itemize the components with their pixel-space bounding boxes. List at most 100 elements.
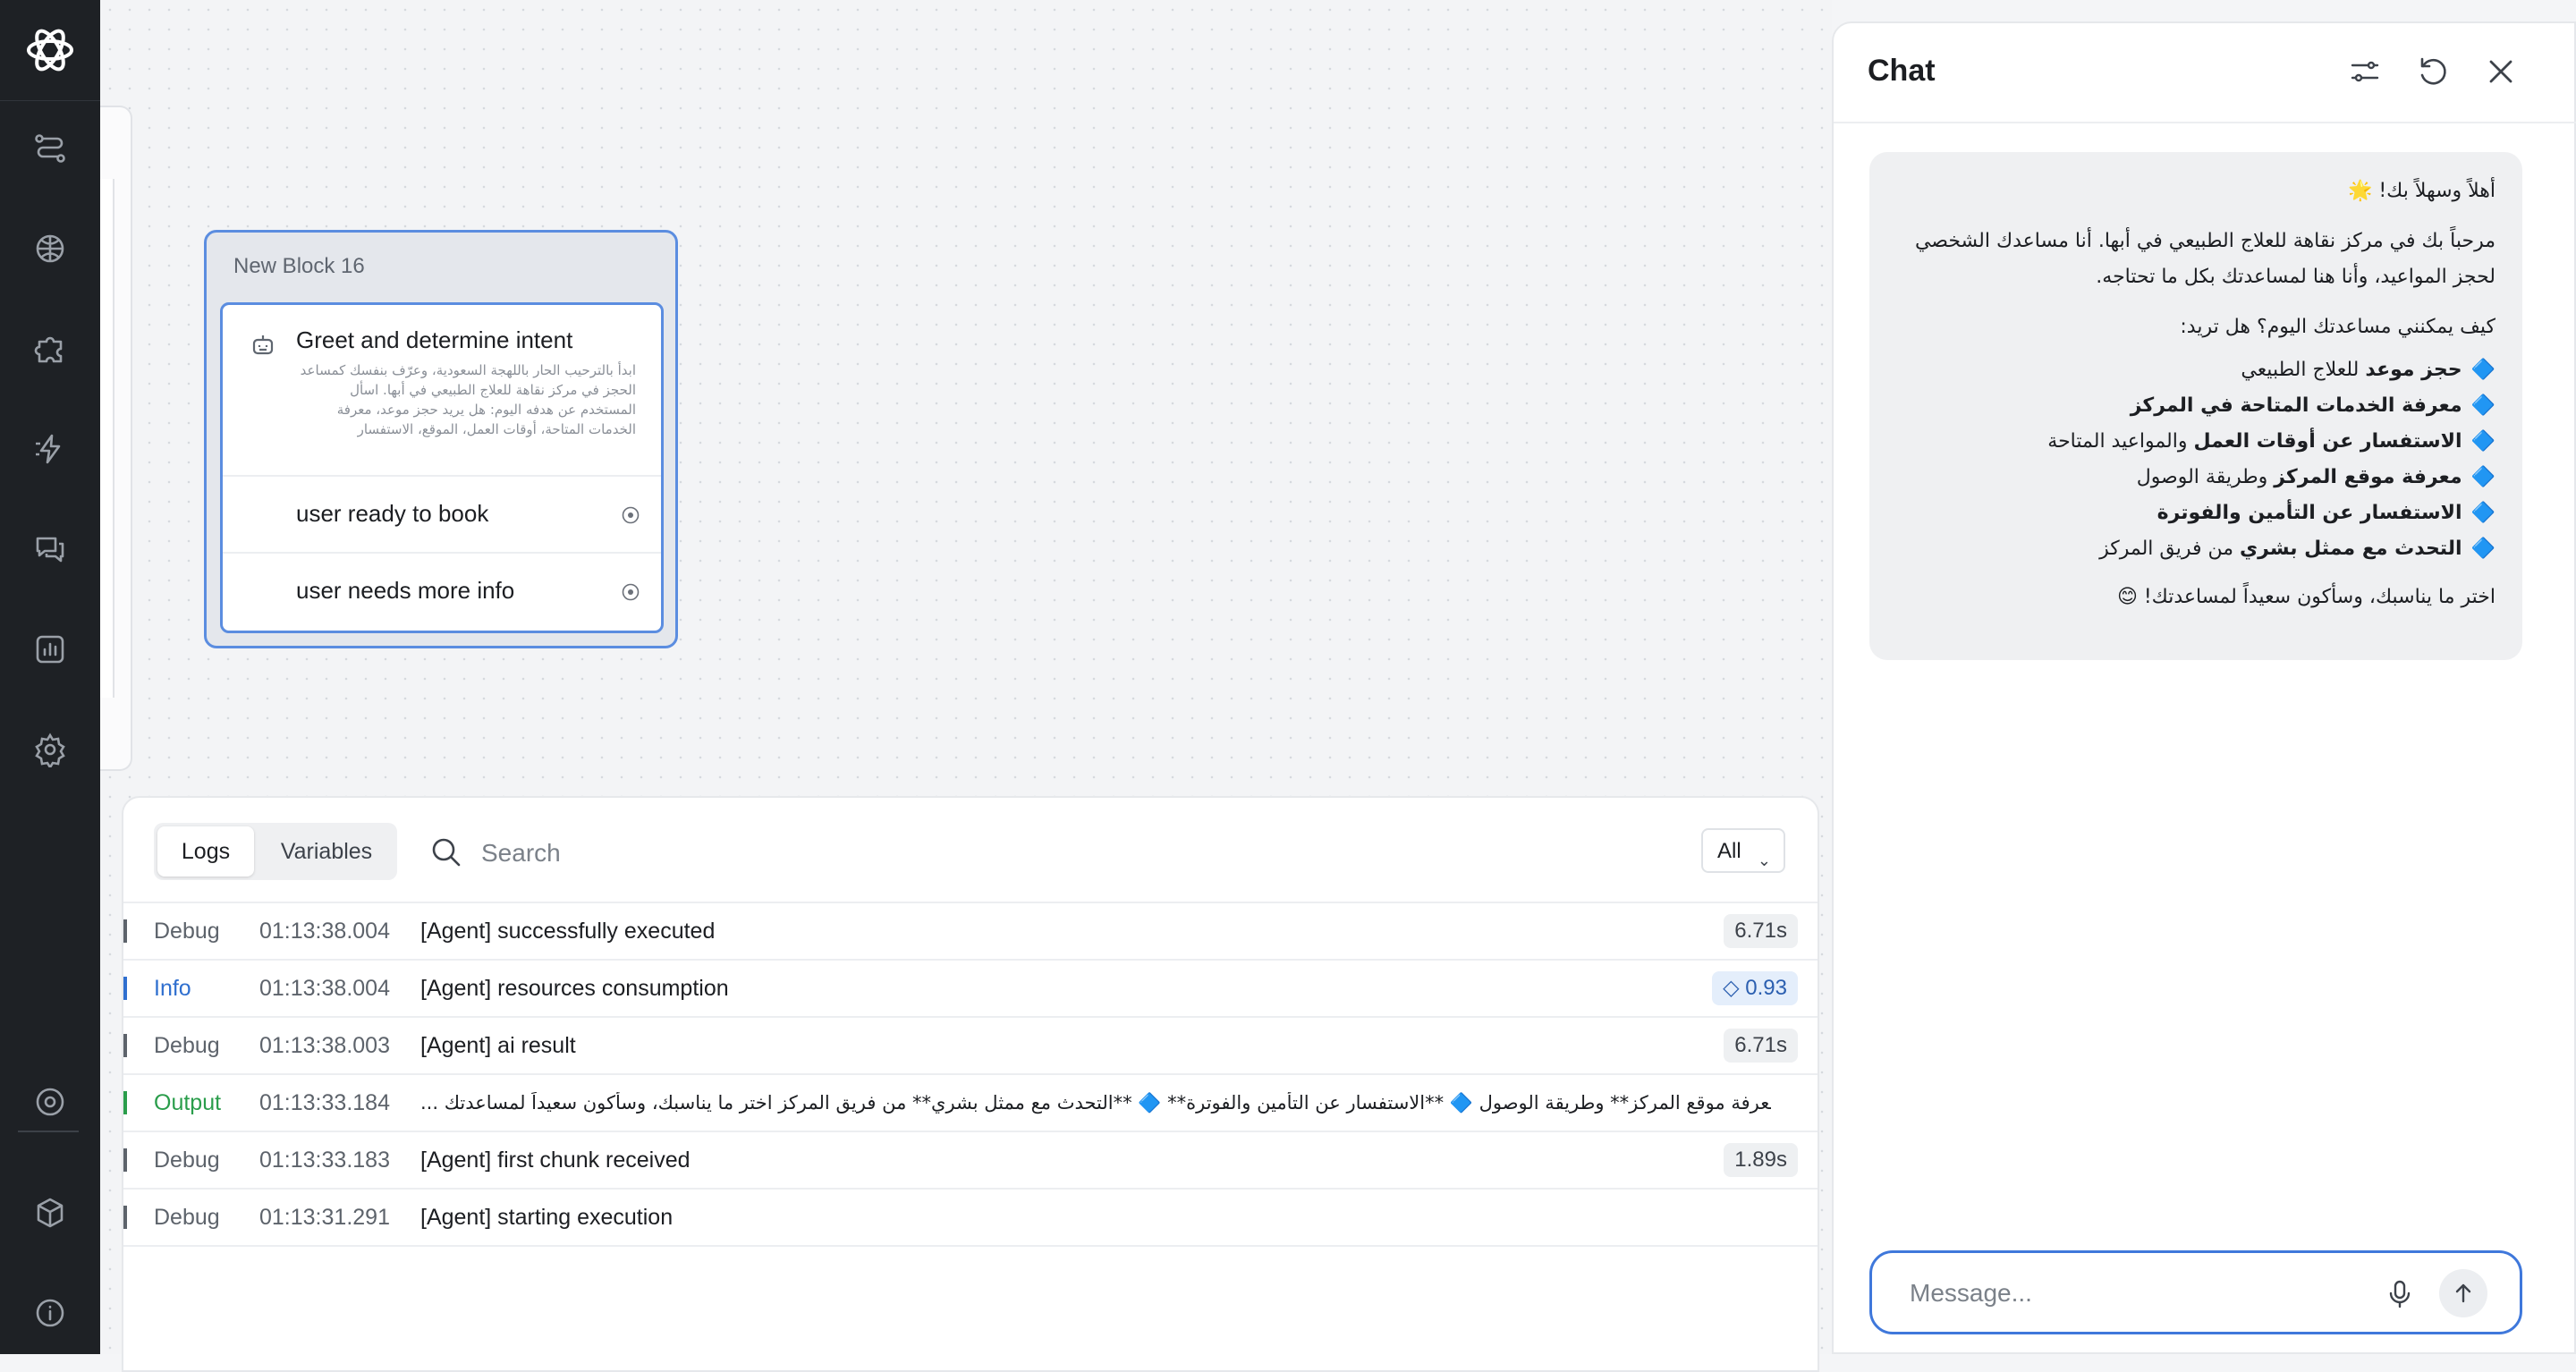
left-nav [0, 0, 100, 1354]
option-item: 🔷 الاستفسار عن التأمين والفوترة [1896, 495, 2496, 531]
send-button[interactable] [2439, 1269, 2487, 1317]
log-time: 01:13:33.183 [259, 1148, 390, 1173]
chevron-down-icon: ⌄ [1757, 851, 1771, 869]
logs-panel: Logs Variables All ⌄ Debug 01:13:38.004 [A… [122, 796, 1819, 1372]
message-options: 🔷 حجز موعد للعلاج الطبيعي 🔷 معرفة الخدمات ا… [1896, 352, 2496, 567]
option-bold: الاستفسار عن التأمين والفوترة [2157, 502, 2462, 524]
log-level: Debug [154, 1033, 220, 1058]
option-bold: الاستفسار عن أوقات العمل [2193, 430, 2462, 453]
option-rest: للعلاج الطبيعي [2241, 359, 2366, 381]
blue-diamond-icon: 🔷 [2470, 466, 2496, 488]
close-icon[interactable] [2483, 54, 2519, 89]
log-row[interactable]: Debug 01:13:31.291 [Agent] starting execut… [123, 1188, 1818, 1245]
message-greeting: أهلاً وسهلاً بك! 🌟 [2347, 180, 2496, 202]
log-row[interactable]: Debug 01:13:38.003 [Agent] ai result 6.71s [123, 1016, 1818, 1073]
chat-header-divider [1834, 122, 2576, 123]
diamond-icon: ◇ [1723, 976, 1746, 1000]
log-level-marker [123, 919, 127, 943]
log-list: Debug 01:13:38.004 [Agent] successfully ex… [123, 902, 1818, 1249]
exit-label: user ready to book [296, 500, 489, 527]
option-bold: معرفة الخدمات المتاحة في المركز [2130, 394, 2462, 417]
tab-logs[interactable]: Logs [157, 826, 254, 877]
restart-icon[interactable] [2415, 54, 2451, 89]
search-input[interactable] [479, 834, 859, 873]
duration-badge: 1.89s [1724, 1143, 1798, 1177]
option-rest: وطريقة الوصول [2136, 466, 2275, 488]
blue-diamond-icon: 🔷 [2470, 430, 2496, 453]
log-time: 01:13:38.003 [259, 1033, 390, 1058]
knowledge-icon[interactable] [32, 231, 68, 267]
log-row[interactable]: Info 01:13:38.004 [Agent] resources consum… [123, 959, 1818, 1016]
option-bold: التحدث مع ممثل بشري [2240, 538, 2462, 560]
flow-block[interactable]: New Block 16 Greet and determine intent … [204, 230, 678, 648]
log-level-marker [123, 1148, 127, 1172]
duration-badge: 6.71s [1724, 1029, 1798, 1063]
message-input[interactable] [1908, 1275, 2359, 1312]
log-message: [Agent] starting execution [420, 1205, 674, 1230]
exit-port-icon[interactable] [622, 506, 640, 524]
log-level: Output [154, 1090, 222, 1115]
exit-condition[interactable]: user needs more info [223, 552, 661, 631]
blue-diamond-icon: 🔷 [2470, 502, 2496, 524]
analytics-icon[interactable] [32, 631, 68, 667]
bot-icon [250, 332, 276, 359]
exit-label: user needs more info [296, 577, 515, 604]
message-intro: مرحباً بك في مركز نقاهة للعلاج الطبيعي ف… [1914, 230, 2496, 288]
step-title: Greet and determine intent [296, 326, 573, 353]
log-row[interactable]: Debug 01:13:33.183 [Agent] first chunk rec… [123, 1131, 1818, 1188]
option-rest: من فريق المركز [2099, 538, 2241, 560]
log-time: 01:13:38.004 [259, 976, 390, 1001]
badge-value: 0.93 [1745, 976, 1787, 1000]
log-level-marker [123, 1091, 127, 1114]
exit-port-icon[interactable] [622, 583, 640, 601]
conversations-icon[interactable] [32, 531, 68, 567]
log-level-marker [123, 977, 127, 1000]
badge-value: 6.71s [1734, 1033, 1787, 1057]
log-message: [Agent] first chunk received [420, 1148, 691, 1173]
app-logo-icon[interactable] [23, 23, 77, 77]
log-level: Debug [154, 1205, 220, 1230]
microphone-icon[interactable] [2382, 1276, 2418, 1312]
filter-value: All [1717, 839, 1741, 863]
log-message: [Agent] ai result [420, 1033, 576, 1058]
duration-badge: 6.71s [1724, 914, 1798, 948]
blue-diamond-icon: 🔷 [2470, 394, 2496, 417]
integrations-icon[interactable] [32, 331, 68, 367]
chat-title: Chat [1868, 54, 1936, 88]
flows-icon[interactable] [32, 131, 68, 166]
message-composer [1869, 1250, 2522, 1334]
option-item: 🔷 التحدث مع ممثل بشري من فريق المركز [1896, 531, 2496, 567]
chat-settings-icon[interactable] [2347, 54, 2383, 89]
log-level: Debug [154, 1148, 220, 1173]
tab-variables[interactable]: Variables [259, 826, 394, 877]
message-question: كيف يمكنني مساعدتك اليوم؟ هل تريد: [2180, 316, 2496, 338]
log-message: ... والمواعيد المتاحة 🔷 **معرفة موقع الم… [420, 1092, 1771, 1114]
target-icon[interactable] [32, 1084, 68, 1120]
package-icon[interactable] [32, 1195, 68, 1231]
badge-value: 6.71s [1734, 919, 1787, 943]
settings-icon[interactable] [32, 732, 68, 770]
option-item: 🔷 معرفة الخدمات المتاحة في المركز [1896, 388, 2496, 424]
blue-diamond-icon: 🔷 [2470, 359, 2496, 381]
log-time: 01:13:31.291 [259, 1205, 390, 1230]
collapsed-side-panel[interactable] [100, 106, 132, 771]
chat-panel: Chat أهلاً وسهلاً بك! 🌟 مرحباً بك في مرك… [1832, 21, 2576, 1354]
nav-divider [0, 100, 100, 101]
log-row[interactable]: Debug 01:13:38.004 [Agent] successfully ex… [123, 902, 1818, 959]
log-message: [Agent] resources consumption [420, 976, 729, 1001]
side-panel-edge [100, 179, 114, 698]
log-row[interactable]: Output 01:13:33.184 ... والمواعيد المتاحة … [123, 1073, 1818, 1131]
nav-divider-bottom [18, 1131, 79, 1132]
step-card[interactable]: Greet and determine intent ابدأ بالترحيب… [220, 302, 664, 633]
step-description: ابدأ بالترحيب الحار باللهجة السعودية، وع… [300, 362, 636, 437]
message-closing: اختر ما يناسبك، وسأكون سعيداً لمساعدتك! … [2116, 586, 2496, 608]
log-level: Debug [154, 919, 220, 944]
actions-icon[interactable] [32, 431, 68, 467]
log-message: [Agent] successfully executed [420, 919, 716, 944]
assistant-message: أهلاً وسهلاً بك! 🌟 مرحباً بك في مركز نقا… [1869, 152, 2522, 660]
info-icon[interactable] [32, 1295, 68, 1331]
exit-condition[interactable]: user ready to book [223, 475, 661, 554]
option-rest: والمواعيد المتاحة [2047, 430, 2194, 453]
log-time: 01:13:33.184 [259, 1090, 390, 1115]
log-level-filter[interactable]: All ⌄ [1701, 828, 1785, 873]
